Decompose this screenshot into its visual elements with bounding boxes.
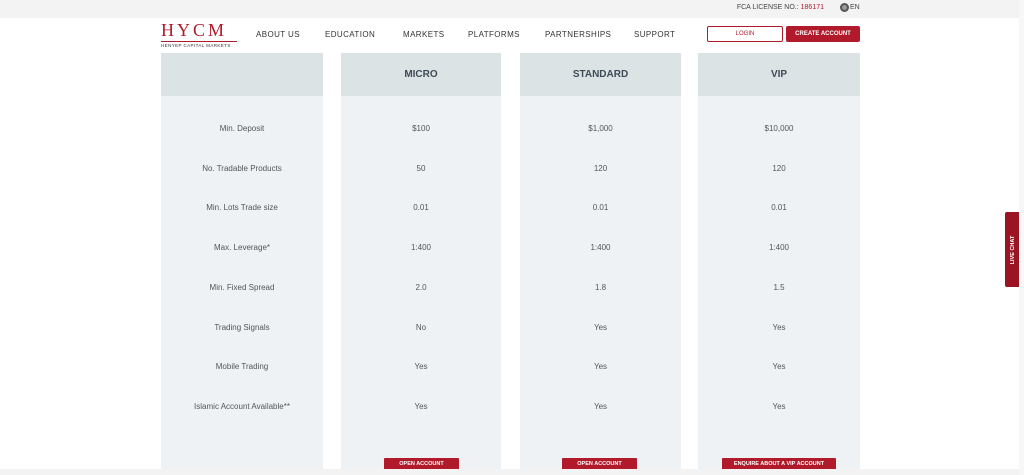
nav-markets[interactable]: MARKETS: [403, 30, 444, 39]
vip-trading-signals: Yes: [772, 323, 786, 332]
standard-lots-trade-size: 0.01: [592, 203, 609, 212]
row-label-islamic-account: Islamic Account Available**: [194, 402, 290, 411]
fca-license: FCA LICENSE NO.: 186171: [737, 4, 824, 11]
row-label-fixed-spread: Min. Fixed Spread: [209, 283, 275, 292]
vip-islamic-account: Yes: [772, 402, 786, 411]
create-account-button[interactable]: CREATE ACCOUNT: [786, 26, 860, 42]
micro-lots-trade-size: 0.01: [413, 203, 429, 212]
nav-about-us[interactable]: ABOUT US: [256, 30, 300, 39]
fca-license-number[interactable]: 186171: [801, 4, 824, 11]
row-label-trading-signals: Trading Signals: [214, 323, 270, 332]
micro-fixed-spread: 2.0: [415, 283, 427, 292]
vip-fixed-spread: 1.5: [773, 283, 785, 292]
row-label-tradable-products: No. Tradable Products: [202, 164, 282, 173]
vip-max-leverage: 1:400: [768, 243, 790, 252]
language-selector[interactable]: EN: [840, 3, 860, 12]
standard-max-leverage: 1:400: [590, 243, 611, 252]
micro-tradable-products: 50: [416, 164, 426, 173]
language-label: EN: [850, 4, 860, 11]
standard-column: STANDARD $1,000 120 0.01 1:400 1.8 Yes Y…: [520, 53, 681, 470]
standard-fixed-spread: 1.8: [594, 283, 607, 292]
standard-mobile-trading: Yes: [593, 362, 608, 371]
standard-islamic-account: Yes: [593, 402, 608, 411]
bottom-strip: [0, 469, 1024, 475]
nav-partnerships[interactable]: PARTNERSHIPS: [545, 30, 611, 39]
nav-platforms[interactable]: PLATFORMS: [468, 30, 520, 39]
micro-column: MICRO $100 50 0.01 1:400 2.0 No Yes Yes …: [341, 53, 501, 470]
login-button[interactable]: LOGIN: [707, 26, 783, 42]
vip-column: VIP $10,000 120 0.01 1:400 1.5 Yes Yes Y…: [698, 53, 860, 470]
nav-support[interactable]: SUPPORT: [634, 30, 675, 39]
vip-lots-trade-size: 0.01: [771, 203, 787, 212]
standard-min-deposit: $1,000: [588, 124, 613, 133]
micro-islamic-account: Yes: [414, 402, 428, 411]
micro-trading-signals: No: [415, 323, 427, 332]
label-column: Min. Deposit No. Tradable Products Min. …: [161, 53, 323, 470]
vip-mobile-trading: Yes: [772, 362, 786, 371]
main-header: HYCM HENYEP CAPITAL MARKETS ABOUT US EDU…: [0, 18, 1024, 52]
micro-min-deposit: $100: [412, 124, 430, 133]
row-label-mobile-trading: Mobile Trading: [215, 362, 269, 371]
vip-min-deposit: $10,000: [764, 124, 794, 133]
vip-tradable-products: 120: [772, 164, 786, 173]
standard-tradable-products: 120: [593, 164, 608, 173]
logo-wordmark: HYCM: [161, 20, 228, 40]
globe-icon: [840, 3, 849, 12]
top-bar: FCA LICENSE NO.: 186171 EN: [0, 0, 1024, 18]
standard-trading-signals: Yes: [593, 323, 608, 332]
row-label-min-deposit: Min. Deposit: [219, 124, 265, 133]
nav-education[interactable]: EDUCATION: [325, 30, 375, 39]
live-chat-label: LIVE CHAT: [1010, 235, 1016, 264]
micro-mobile-trading: Yes: [414, 362, 428, 371]
row-label-max-leverage: Max. Leverage*: [213, 243, 271, 252]
vip-column-header: VIP: [698, 53, 860, 96]
micro-max-leverage: 1:400: [410, 243, 432, 252]
label-column-header: [161, 53, 323, 96]
micro-column-header: MICRO: [341, 53, 501, 96]
fca-license-label: FCA LICENSE NO.:: [736, 4, 799, 11]
logo[interactable]: HYCM HENYEP CAPITAL MARKETS: [161, 20, 237, 48]
standard-column-header: STANDARD: [520, 53, 681, 96]
logo-tagline: HENYEP CAPITAL MARKETS: [161, 41, 237, 48]
row-label-lots-trade-size: Min. Lots Trade size: [206, 203, 278, 212]
scrollbar[interactable]: [1019, 0, 1024, 475]
